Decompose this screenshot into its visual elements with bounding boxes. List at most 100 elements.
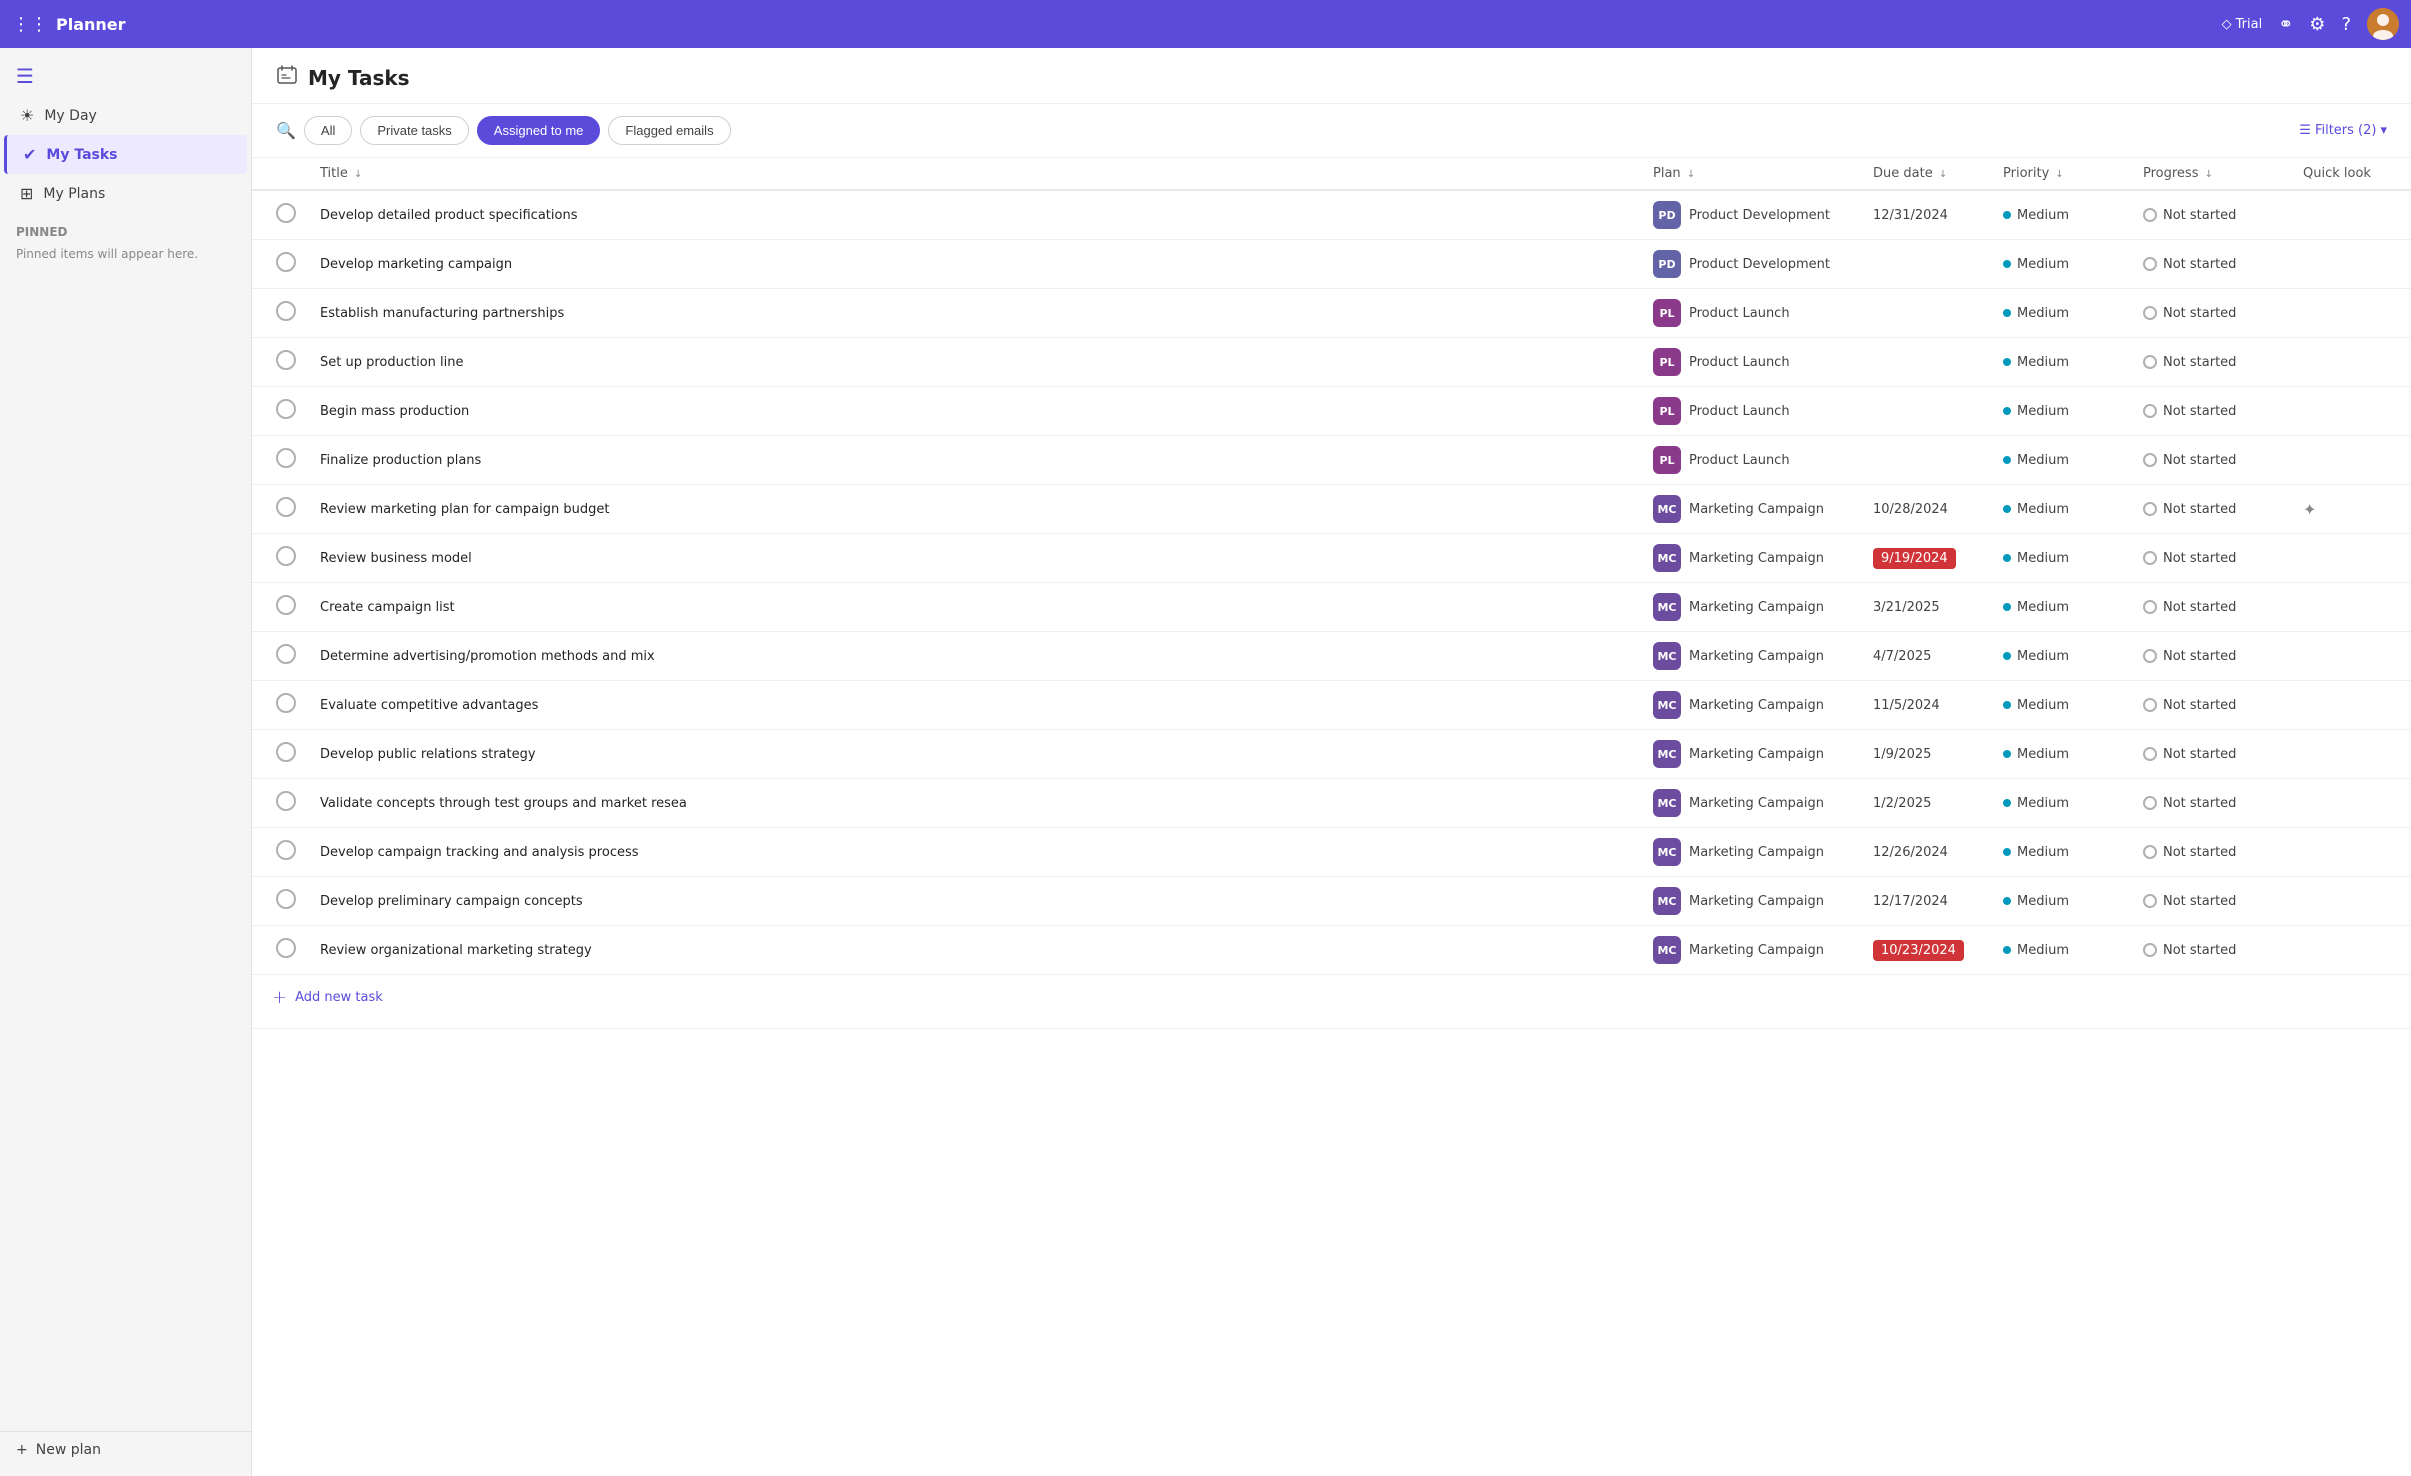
grid-icon[interactable]: ⋮⋮ xyxy=(12,14,48,35)
task-title-text[interactable]: Finalize production plans xyxy=(320,453,481,468)
task-progress-cell: Not started xyxy=(2131,583,2291,632)
topbar: ⋮⋮ Planner ◇ Trial ⚭ ⚙ ? xyxy=(0,0,2411,48)
task-checkbox[interactable] xyxy=(276,644,296,664)
plan-name: Product Launch xyxy=(1689,453,1790,468)
task-checkbox[interactable] xyxy=(276,203,296,223)
sidebar-item-my-day[interactable]: ☀ My Day xyxy=(4,96,247,135)
task-progress-cell: Not started xyxy=(2131,289,2291,338)
priority-dot xyxy=(2003,799,2011,807)
sidebar-toggle[interactable]: ☰ xyxy=(0,56,251,96)
task-title-text[interactable]: Review marketing plan for campaign budge… xyxy=(320,502,609,517)
task-title-text[interactable]: Develop campaign tracking and analysis p… xyxy=(320,845,639,860)
task-title-text[interactable]: Develop preliminary campaign concepts xyxy=(320,894,583,909)
task-priority-cell: Medium xyxy=(1991,436,2131,485)
col-header-priority[interactable]: Priority ↓ xyxy=(1991,158,2131,190)
task-title-text[interactable]: Begin mass production xyxy=(320,404,469,419)
task-priority-cell: Medium xyxy=(1991,730,2131,779)
priority-label: Medium xyxy=(2017,698,2069,713)
col-header-title[interactable]: Title ↓ xyxy=(308,158,1641,190)
task-checkbox-cell xyxy=(252,926,308,975)
task-checkbox[interactable] xyxy=(276,742,296,762)
task-plan-cell: MCMarketing Campaign xyxy=(1641,534,1861,583)
search-icon[interactable]: 🔍 xyxy=(276,121,296,140)
add-task-button[interactable]: +Add new task xyxy=(264,983,2399,1012)
task-checkbox[interactable] xyxy=(276,252,296,272)
task-title-text[interactable]: Develop public relations strategy xyxy=(320,747,536,762)
add-task-cell: +Add new task xyxy=(252,975,2411,1029)
task-progress-cell: Not started xyxy=(2131,485,2291,534)
task-title-text[interactable]: Review business model xyxy=(320,551,472,566)
task-title-text[interactable]: Set up production line xyxy=(320,355,464,370)
task-quick-look-cell xyxy=(2291,387,2411,436)
task-plan-cell: MCMarketing Campaign xyxy=(1641,485,1861,534)
share-icon[interactable]: ⚭ xyxy=(2278,14,2293,35)
progress-label: Not started xyxy=(2163,355,2236,370)
task-more-icon[interactable]: ⋮ xyxy=(603,205,617,225)
plan-badge: MC xyxy=(1653,887,1681,915)
task-plan-cell: MCMarketing Campaign xyxy=(1641,730,1861,779)
task-title-text[interactable]: Evaluate competitive advantages xyxy=(320,698,538,713)
quick-look-icon[interactable]: ✦ xyxy=(2303,500,2316,519)
task-title-text[interactable]: Establish manufacturing partnerships xyxy=(320,306,564,321)
trial-badge[interactable]: ◇ Trial xyxy=(2222,17,2263,32)
task-info-icon[interactable]: ⓘ xyxy=(585,205,599,225)
help-icon[interactable]: ? xyxy=(2341,14,2351,35)
task-title-text[interactable]: Determine advertising/promotion methods … xyxy=(320,649,655,664)
sidebar-item-label: My Tasks xyxy=(46,147,117,163)
task-title-cell: Review marketing plan for campaign budge… xyxy=(308,485,1641,534)
task-checkbox[interactable] xyxy=(276,840,296,860)
task-title-text[interactable]: Develop marketing campaign xyxy=(320,257,512,272)
task-title-text[interactable]: Develop detailed product specifications xyxy=(320,208,577,223)
task-progress-cell: Not started xyxy=(2131,534,2291,583)
task-checkbox[interactable] xyxy=(276,350,296,370)
sidebar-item-label: My Plans xyxy=(43,186,105,202)
task-title-text[interactable]: Review organizational marketing strategy xyxy=(320,943,592,958)
tab-all[interactable]: All xyxy=(304,116,352,145)
task-checkbox[interactable] xyxy=(276,938,296,958)
task-plan-cell: PLProduct Launch xyxy=(1641,387,1861,436)
progress-label: Not started xyxy=(2163,404,2236,419)
task-checkbox[interactable] xyxy=(276,399,296,419)
progress-label: Not started xyxy=(2163,943,2236,958)
task-checkbox-cell xyxy=(252,387,308,436)
progress-label: Not started xyxy=(2163,600,2236,615)
task-due-date: 10/23/2024 xyxy=(1873,940,1964,961)
task-checkbox[interactable] xyxy=(276,889,296,909)
settings-icon[interactable]: ⚙ xyxy=(2309,14,2325,35)
plan-badge: MC xyxy=(1653,838,1681,866)
priority-label: Medium xyxy=(2017,649,2069,664)
tab-private-tasks[interactable]: Private tasks xyxy=(360,116,468,145)
task-title-text[interactable]: Create campaign list xyxy=(320,600,455,615)
sidebar-item-my-tasks[interactable]: ✔ My Tasks xyxy=(4,135,247,174)
filter-lines-icon: ☰ xyxy=(2299,123,2311,138)
task-quick-look-cell xyxy=(2291,436,2411,485)
tab-flagged-emails[interactable]: Flagged emails xyxy=(608,116,730,145)
task-title-text[interactable]: Validate concepts through test groups an… xyxy=(320,796,687,811)
task-progress-cell: Not started xyxy=(2131,828,2291,877)
avatar[interactable] xyxy=(2367,8,2399,40)
task-checkbox[interactable] xyxy=(276,791,296,811)
task-checkbox[interactable] xyxy=(276,301,296,321)
sidebar-item-my-plans[interactable]: ⊞ My Plans xyxy=(4,174,247,213)
new-plan-button[interactable]: + New plan xyxy=(0,1431,251,1468)
progress-circle xyxy=(2143,355,2157,369)
col-header-plan[interactable]: Plan ↓ xyxy=(1641,158,1861,190)
task-table: Title ↓ Plan ↓ Due date ↓ Priority xyxy=(252,158,2411,1029)
task-due-date: 3/21/2025 xyxy=(1873,600,1940,615)
sun-icon: ☀ xyxy=(20,106,34,125)
progress-circle xyxy=(2143,747,2157,761)
progress-label: Not started xyxy=(2163,453,2236,468)
task-checkbox[interactable] xyxy=(276,497,296,517)
plan-badge: MC xyxy=(1653,544,1681,572)
col-header-due-date[interactable]: Due date ↓ xyxy=(1861,158,1991,190)
priority-dot xyxy=(2003,652,2011,660)
task-checkbox[interactable] xyxy=(276,595,296,615)
col-header-progress[interactable]: Progress ↓ xyxy=(2131,158,2291,190)
plan-name: Marketing Campaign xyxy=(1689,502,1824,517)
task-checkbox[interactable] xyxy=(276,693,296,713)
task-checkbox[interactable] xyxy=(276,546,296,566)
tab-assigned-to-me[interactable]: Assigned to me xyxy=(477,116,601,145)
filters-button[interactable]: ☰ Filters (2) ▾ xyxy=(2299,123,2387,138)
task-progress-cell: Not started xyxy=(2131,190,2291,240)
task-checkbox[interactable] xyxy=(276,448,296,468)
